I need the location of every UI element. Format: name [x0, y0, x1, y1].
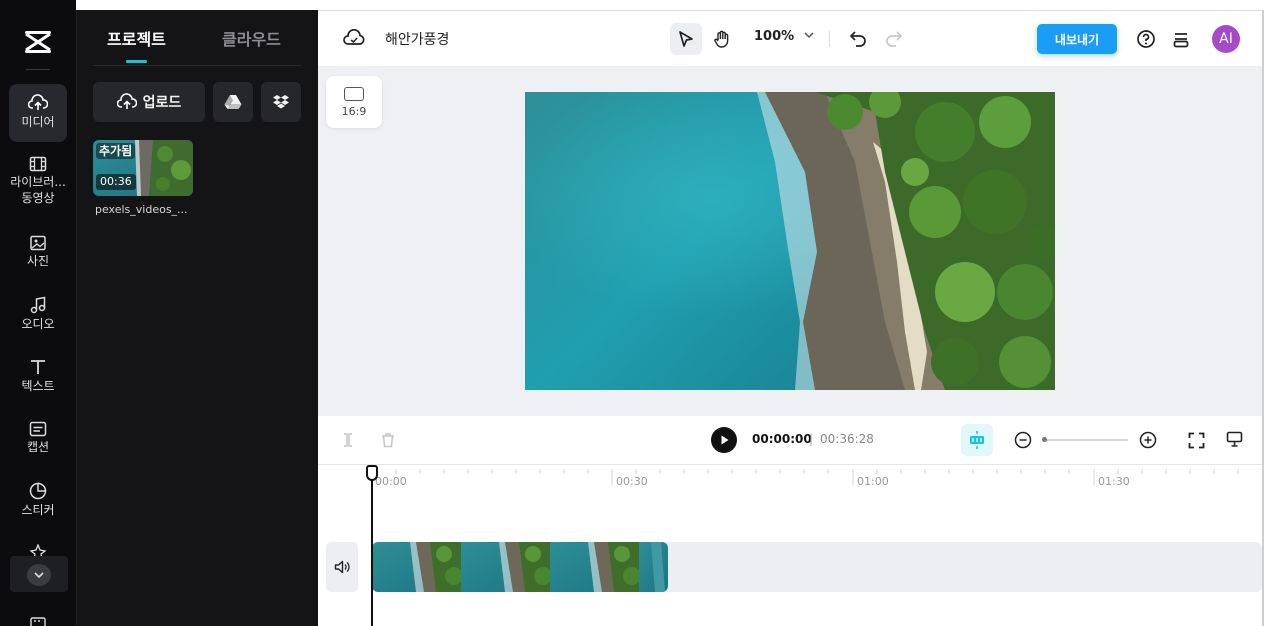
zoom-out-icon[interactable] [1014, 431, 1032, 449]
tab-cloud[interactable]: 클라우드 [222, 26, 281, 50]
video-clip[interactable] [372, 542, 668, 592]
media-thumbnail[interactable]: 추가됨 00:36 [93, 140, 193, 196]
preview-stage: 16:9 [318, 66, 1262, 416]
rail-item-label: 미디어 [21, 115, 55, 129]
rail-item-media[interactable]: 미디어 [9, 84, 67, 142]
timeline[interactable]: 00:00 00:30 01:00 01:30 [318, 464, 1262, 626]
undo-icon[interactable] [849, 30, 867, 47]
tabs-divider [93, 65, 301, 66]
aspect-ratio-icon [344, 87, 364, 101]
track-mute-button[interactable] [326, 542, 358, 592]
comment-icon[interactable] [1226, 431, 1243, 448]
speaker-icon [334, 560, 350, 574]
trash-icon[interactable] [380, 432, 396, 448]
tick-label: 01:00 [857, 475, 889, 488]
rail-item-label: 사진 [26, 254, 50, 268]
added-badge: 추가됨 [96, 143, 136, 159]
sticker-icon [29, 482, 47, 500]
aspect-ratio-label: 16:9 [341, 105, 367, 118]
timeline-zoom-slider[interactable] [1044, 439, 1128, 441]
app-window: 미디어 라이브러... 동영상 사진 오디오 텍스트 캡션 스티커 프로젝트 클… [0, 0, 1264, 626]
rail-item-label: 오디오 [21, 317, 55, 331]
dropbox-icon [273, 95, 289, 109]
zoom-slider-handle[interactable] [1042, 437, 1047, 442]
export-button[interactable]: 내보내기 [1037, 24, 1117, 54]
tick-label: 01:30 [1098, 475, 1130, 488]
chevron-down-icon [27, 564, 51, 586]
select-tool-button[interactable] [670, 23, 702, 55]
rail-item-caption[interactable]: 캡션 [9, 421, 67, 455]
film-icon [29, 156, 47, 172]
redo-icon[interactable] [885, 30, 903, 47]
magnet-snap-icon [970, 431, 984, 449]
toolbar-divider [829, 31, 830, 47]
aspect-ratio-button[interactable]: 16:9 [326, 76, 382, 128]
rail-item-library[interactable]: 라이브러... 동영상 [9, 156, 67, 206]
playback-bar: 00:00:00 | 00:36:28 [318, 416, 1262, 464]
rail-item-audio[interactable]: 오디오 [9, 296, 67, 332]
current-time: 00:00:00 [752, 432, 812, 446]
top-bar: 해안가풍경 100% 내보내기 AI [318, 10, 1262, 66]
caption-icon [29, 421, 47, 437]
dropbox-button[interactable] [261, 82, 301, 122]
split-icon[interactable] [340, 432, 356, 448]
duration-badge: 00:36 [96, 174, 136, 190]
tick-label: 00:30 [616, 475, 648, 488]
fullscreen-icon[interactable] [1188, 432, 1205, 449]
hand-icon [714, 30, 729, 48]
text-t-icon [31, 360, 45, 374]
auto-snap-toggle[interactable] [961, 424, 993, 456]
zoom-level-dropdown[interactable]: 100% [754, 29, 815, 44]
rail-item-label: 캡션 [26, 440, 50, 454]
cloud-upload-icon [116, 93, 137, 109]
google-drive-icon [224, 95, 242, 109]
capcut-logo [25, 31, 51, 53]
play-icon [721, 435, 729, 445]
cloud-sync-icon[interactable] [343, 29, 365, 47]
project-title[interactable]: 해안가풍경 [385, 29, 449, 49]
layers-icon[interactable] [1172, 30, 1190, 48]
rail-scroll-more-button[interactable] [10, 556, 68, 592]
active-tab-indicator [126, 60, 147, 63]
total-time: 00:36:28 [820, 432, 874, 446]
rail-item-text[interactable]: 텍스트 [9, 358, 67, 394]
play-button[interactable] [711, 427, 737, 453]
cloud-upload-icon [28, 94, 48, 110]
rail-item-label: 라이브러... [10, 175, 66, 189]
chevron-down-icon [804, 32, 814, 39]
video-frame-image [525, 92, 1055, 390]
zoom-value: 100% [754, 29, 795, 44]
media-panel: 프로젝트 클라우드 업로드 추가됨 00:36 pexels_videos_..… [76, 10, 318, 626]
upload-button[interactable]: 업로드 [93, 82, 205, 122]
rail-item-sublabel: 동영상 [21, 191, 55, 205]
clip-filmstrip [372, 542, 668, 592]
playhead-line[interactable] [371, 465, 373, 626]
rail-item-sticker[interactable]: 스티커 [9, 482, 67, 518]
image-icon [30, 235, 46, 251]
upload-label: 업로드 [142, 95, 182, 111]
rail-item-photo[interactable]: 사진 [9, 235, 67, 269]
google-drive-button[interactable] [213, 82, 253, 122]
user-avatar[interactable]: AI [1212, 25, 1240, 53]
pointer-icon [679, 31, 693, 47]
rail-item-label: 스티커 [21, 503, 55, 517]
more-tools-icon[interactable] [29, 616, 47, 626]
rail-divider [26, 69, 50, 70]
zoom-in-icon[interactable] [1139, 431, 1157, 449]
media-filename: pexels_videos_... [95, 203, 188, 216]
video-preview[interactable] [525, 92, 1055, 390]
help-icon[interactable] [1136, 29, 1156, 49]
rail-item-label: 텍스트 [21, 379, 55, 393]
time-separator: | [809, 432, 814, 446]
music-note-icon [30, 296, 46, 314]
tab-project[interactable]: 프로젝트 [107, 26, 166, 50]
tick-label: 00:00 [375, 475, 407, 488]
left-rail: 미디어 라이브러... 동영상 사진 오디오 텍스트 캡션 스티커 [0, 0, 76, 626]
hand-tool-button[interactable] [706, 23, 738, 55]
playhead-handle[interactable] [366, 465, 378, 481]
